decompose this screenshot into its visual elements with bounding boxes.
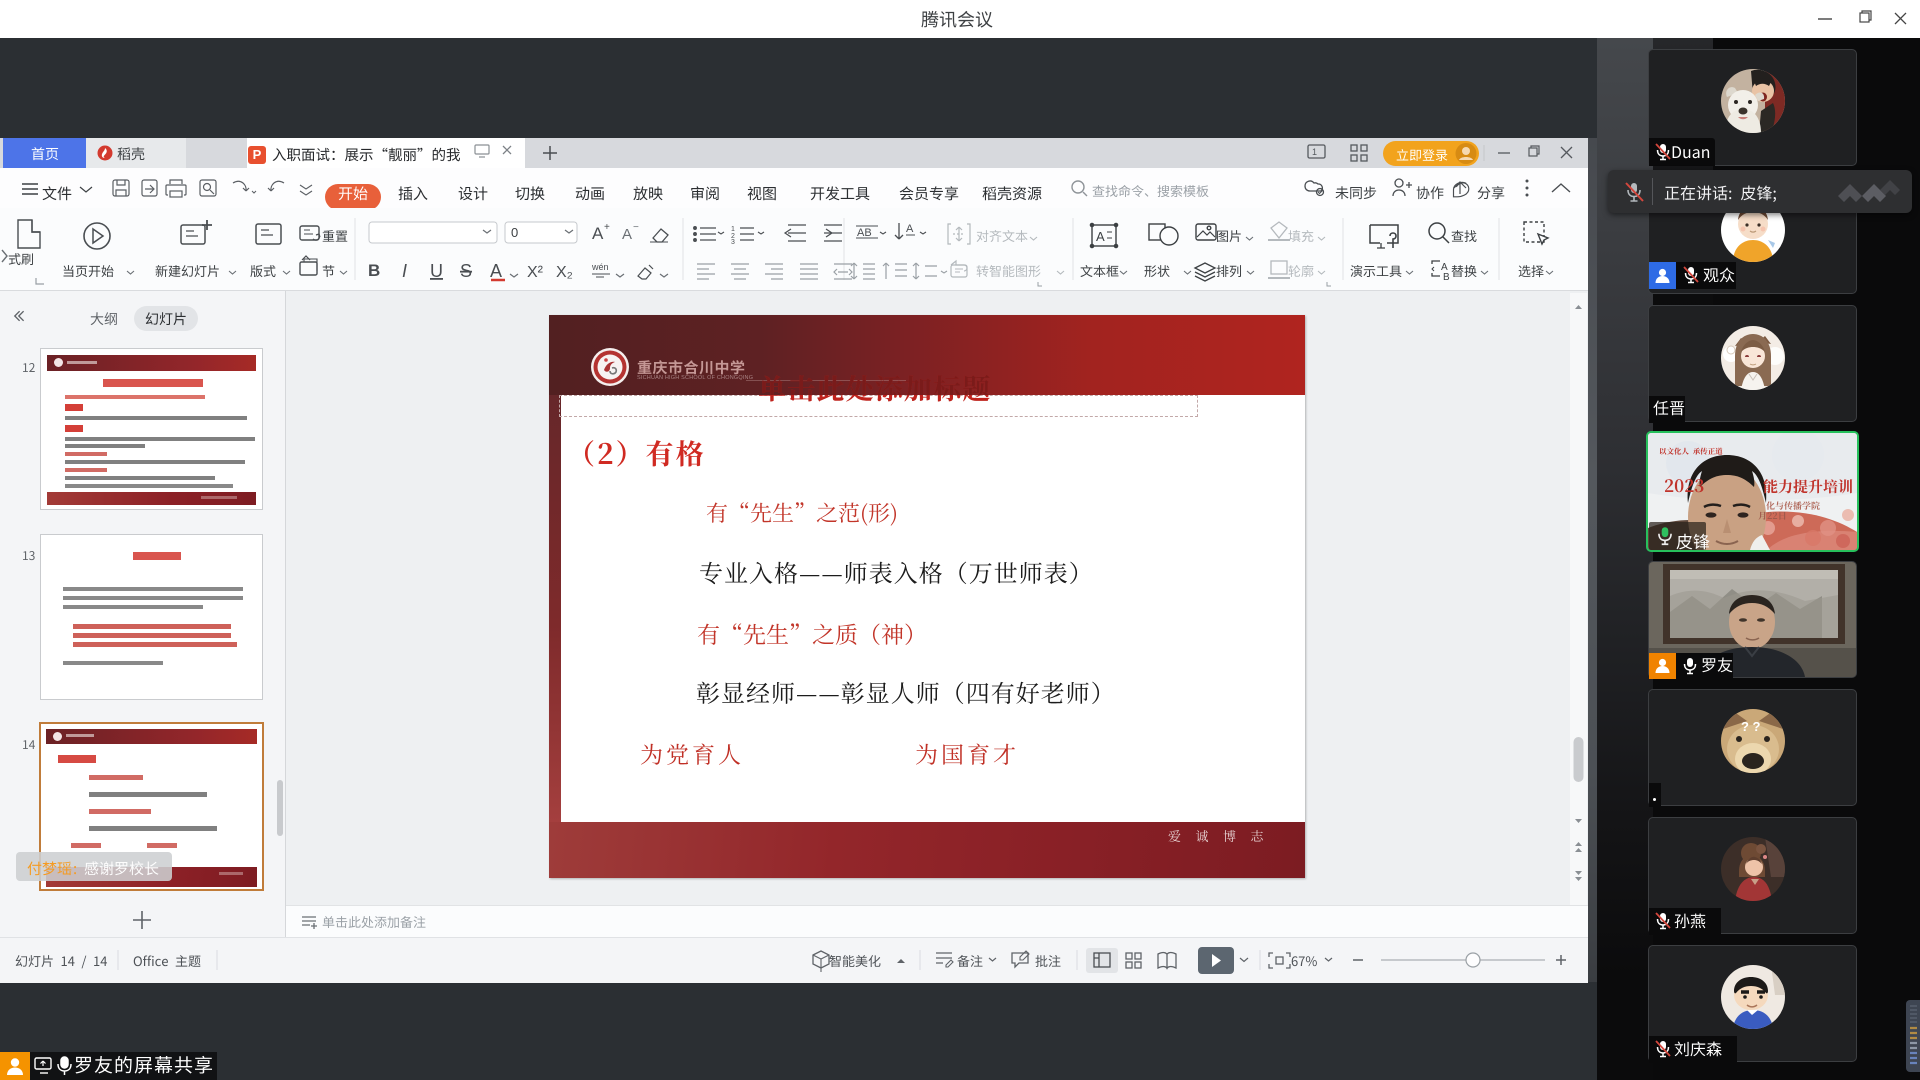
svg-text:B: B bbox=[368, 261, 380, 280]
svg-text:A: A bbox=[622, 226, 632, 243]
svg-text:U: U bbox=[430, 261, 443, 281]
svg-text:0: 0 bbox=[511, 225, 518, 240]
svg-text:1: 1 bbox=[731, 226, 735, 233]
svg-text:I: I bbox=[402, 261, 407, 281]
svg-text:A: A bbox=[592, 224, 604, 243]
svg-text:A: A bbox=[490, 261, 502, 281]
svg-text:B: B bbox=[1443, 272, 1450, 283]
svg-text:AB: AB bbox=[857, 227, 872, 239]
svg-text:A: A bbox=[906, 223, 914, 235]
svg-text:? ?: ? ? bbox=[1741, 719, 1761, 734]
svg-text:1: 1 bbox=[1312, 147, 1317, 157]
svg-text:−: − bbox=[633, 222, 639, 233]
svg-text:S: S bbox=[460, 261, 472, 281]
svg-text:A: A bbox=[1096, 229, 1105, 244]
svg-text:wén: wén bbox=[591, 262, 609, 272]
svg-text:+: + bbox=[604, 222, 610, 233]
svg-text:X₂: X₂ bbox=[556, 264, 573, 281]
svg-text:X²: X² bbox=[527, 264, 544, 281]
svg-text:3: 3 bbox=[731, 239, 735, 246]
